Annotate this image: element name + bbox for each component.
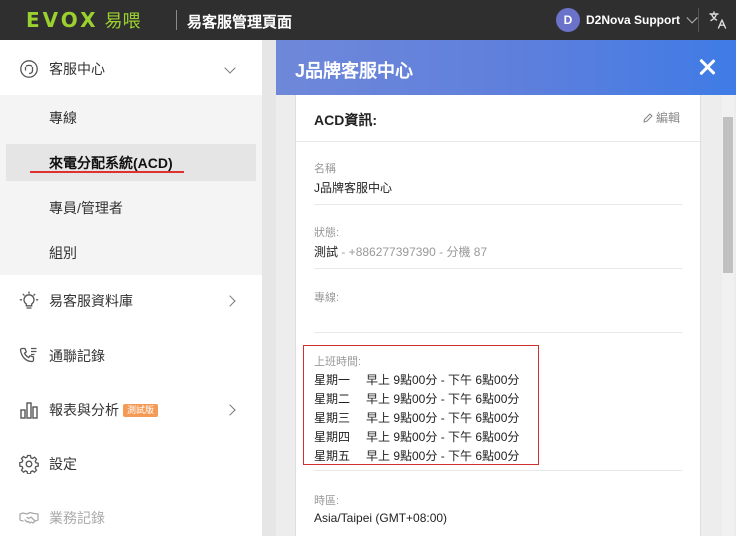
translate-icon[interactable] bbox=[708, 10, 728, 30]
sidebar-item-settings[interactable]: 設定 bbox=[0, 439, 262, 489]
name-value: J品牌客服中心 bbox=[314, 181, 393, 195]
beta-badge: 測試版 bbox=[123, 404, 159, 417]
handshake-icon bbox=[19, 511, 39, 524]
headset-icon bbox=[20, 60, 38, 78]
divider bbox=[296, 141, 700, 142]
hours-row: 星期五 早上 9點00分 - 下午 6點00分 bbox=[314, 447, 519, 464]
customer-center-submenu: 專線 來電分配系統(ACD) 專員/管理者 組別 bbox=[0, 95, 262, 275]
hours-day: 星期一 bbox=[314, 373, 351, 387]
divider bbox=[314, 470, 682, 471]
status-detail: - +886277397390 - 分機 87 bbox=[338, 245, 488, 259]
edit-label: 編輯 bbox=[656, 111, 681, 125]
hours-day: 星期三 bbox=[314, 411, 351, 425]
sidebar-subitem-label: 來電分配系統(ACD) bbox=[49, 154, 173, 171]
title-divider bbox=[176, 10, 177, 30]
panel-scrollbar[interactable] bbox=[722, 95, 734, 536]
scrollbar-thumb[interactable] bbox=[723, 117, 733, 273]
name-label: 名稱 bbox=[314, 163, 336, 175]
status-text: 測試 bbox=[314, 245, 339, 259]
sidebar-item-label: 通聯記錄 bbox=[49, 348, 105, 364]
hours-row: 星期二 早上 9點00分 - 下午 6點00分 bbox=[314, 390, 519, 407]
sidebar-subitem-lines[interactable]: 專線 bbox=[0, 95, 262, 140]
sidebar-item-reports[interactable]: 報表與分析 測試版 bbox=[0, 385, 262, 435]
chevron-right-icon bbox=[224, 404, 236, 416]
hours-time: 早上 9點00分 - 下午 6點00分 bbox=[366, 411, 520, 425]
divider bbox=[314, 204, 682, 205]
gear-icon bbox=[19, 454, 39, 474]
user-menu[interactable]: D D2Nova Support bbox=[556, 8, 698, 32]
bar-chart-icon bbox=[20, 402, 38, 419]
panel-header: J品牌客服中心 bbox=[276, 40, 736, 95]
close-icon[interactable] bbox=[698, 58, 716, 76]
sidebar: 客服中心 專線 來電分配系統(ACD) 專員/管理者 組別 易客服資料庫 通聯記… bbox=[0, 40, 262, 536]
sidebar-item-label: 易客服資料庫 bbox=[49, 293, 133, 309]
hours-day: 星期二 bbox=[314, 392, 351, 406]
chevron-down-icon bbox=[686, 12, 698, 24]
hours-time: 早上 9點00分 - 下午 6點00分 bbox=[366, 392, 520, 406]
hours-row: 星期一 早上 9點00分 - 下午 6點00分 bbox=[314, 371, 519, 388]
status-label: 狀態: bbox=[314, 227, 340, 239]
chevron-right-icon bbox=[224, 295, 236, 307]
card-title: ACD資訊: bbox=[314, 112, 377, 128]
sidebar-item-knowledge-base[interactable]: 易客服資料庫 bbox=[0, 276, 262, 326]
avatar: D bbox=[556, 8, 580, 32]
sidebar-item-business-records[interactable]: 業務記錄 bbox=[0, 493, 262, 536]
sidebar-subitem-agents[interactable]: 專員/管理者 bbox=[0, 185, 262, 230]
hours-row: 星期四 早上 9點00分 - 下午 6點00分 bbox=[314, 428, 519, 445]
panel-title: J品牌客服中心 bbox=[295, 61, 414, 81]
phone-log-icon bbox=[19, 347, 37, 363]
lightbulb-icon bbox=[19, 291, 39, 309]
divider bbox=[314, 332, 682, 333]
sidebar-subitem-acd[interactable]: 來電分配系統(ACD) bbox=[6, 144, 256, 181]
sidebar-subitem-label: 專員/管理者 bbox=[49, 199, 123, 216]
sidebar-item-label-text: 報表與分析 bbox=[49, 402, 119, 418]
hours-row: 星期三 早上 9點00分 - 下午 6點00分 bbox=[314, 409, 519, 426]
hours-time: 早上 9點00分 - 下午 6點00分 bbox=[366, 449, 520, 463]
hours-day: 星期四 bbox=[314, 430, 351, 444]
working-hours-label: 上班時間: bbox=[314, 356, 362, 368]
sidebar-item-call-logs[interactable]: 通聯記錄 bbox=[0, 331, 262, 381]
line-label: 專線: bbox=[314, 292, 340, 304]
working-hours-section: 上班時間: 星期一 早上 9點00分 - 下午 6點00分 星期二 早上 9點00分… bbox=[303, 345, 539, 465]
user-name: D2Nova Support bbox=[586, 13, 681, 27]
hours-time: 早上 9點00分 - 下午 6點00分 bbox=[366, 373, 520, 387]
sidebar-subitem-label: 專線 bbox=[49, 109, 77, 126]
logo-zh-text: 易喂 bbox=[104, 11, 141, 31]
divider bbox=[314, 268, 682, 269]
timezone-label: 時區: bbox=[314, 495, 340, 507]
hours-time: 早上 9點00分 - 下午 6點00分 bbox=[366, 430, 520, 444]
edit-button[interactable]: 編輯 bbox=[642, 109, 680, 126]
timezone-value: Asia/Taipei (GMT+08:00) bbox=[314, 511, 448, 525]
evox-logo[interactable]: EVOX 易喂 bbox=[26, 8, 141, 32]
sidebar-item-label: 設定 bbox=[49, 456, 77, 472]
acd-info-card: ACD資訊: 編輯 名稱 J品牌客服中心 狀態: 測試 - +886277397… bbox=[295, 95, 701, 536]
sidebar-subitem-label: 組別 bbox=[49, 244, 77, 261]
app-title: 易客服管理頁面 bbox=[187, 14, 293, 31]
sidebar-item-customer-center[interactable]: 客服中心 bbox=[0, 44, 262, 94]
status-value: 測試 - +886277397390 - 分機 87 bbox=[314, 243, 487, 260]
sidebar-subitem-groups[interactable]: 組別 bbox=[0, 230, 262, 275]
logo-text: EVOX bbox=[26, 8, 99, 32]
toolbar-divider bbox=[698, 8, 699, 32]
sidebar-item-label: 報表與分析 測試版 bbox=[49, 400, 159, 420]
active-item-underline bbox=[30, 171, 184, 173]
acd-detail-panel: J品牌客服中心 ACD資訊: 編輯 名稱 J品牌客服中心 狀態: 測試 - +8… bbox=[276, 40, 736, 536]
chevron-down-icon bbox=[224, 62, 236, 74]
overlay-backdrop[interactable] bbox=[262, 40, 276, 536]
hours-day: 星期五 bbox=[314, 449, 351, 463]
pencil-icon bbox=[643, 112, 653, 123]
sidebar-item-label: 客服中心 bbox=[49, 61, 105, 77]
sidebar-item-label: 業務記錄 bbox=[49, 510, 105, 526]
top-bar: EVOX 易喂 易客服管理頁面 D D2Nova Support bbox=[0, 0, 736, 40]
